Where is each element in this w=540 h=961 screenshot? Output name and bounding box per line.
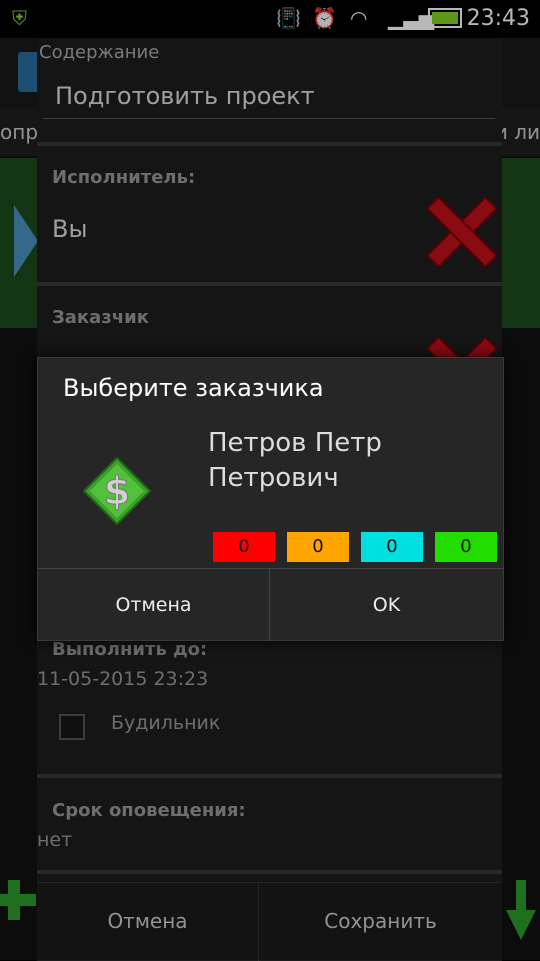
customer-name-line2: Петрович — [208, 463, 339, 493]
dollar-icon: $ — [82, 456, 152, 526]
dialog-title: Выберите заказчика — [63, 374, 324, 402]
counter-orange: 0 — [287, 532, 349, 562]
dialog-cancel-button[interactable]: Отмена — [38, 569, 270, 641]
customer-name-line1: Петров Петр — [208, 428, 382, 458]
dialog-ok-button[interactable]: OK — [270, 569, 503, 641]
customer-name[interactable]: Петров Петр Петрович — [208, 426, 468, 496]
counter-green: 0 — [435, 532, 497, 562]
counter-cyan: 0 — [361, 532, 423, 562]
counter-red: 0 — [213, 532, 275, 562]
svg-text:$: $ — [104, 469, 130, 513]
dialog-footer: Отмена OK — [38, 568, 503, 641]
select-customer-dialog: Выберите заказчика $ Петров Петр Петрови… — [37, 357, 504, 641]
